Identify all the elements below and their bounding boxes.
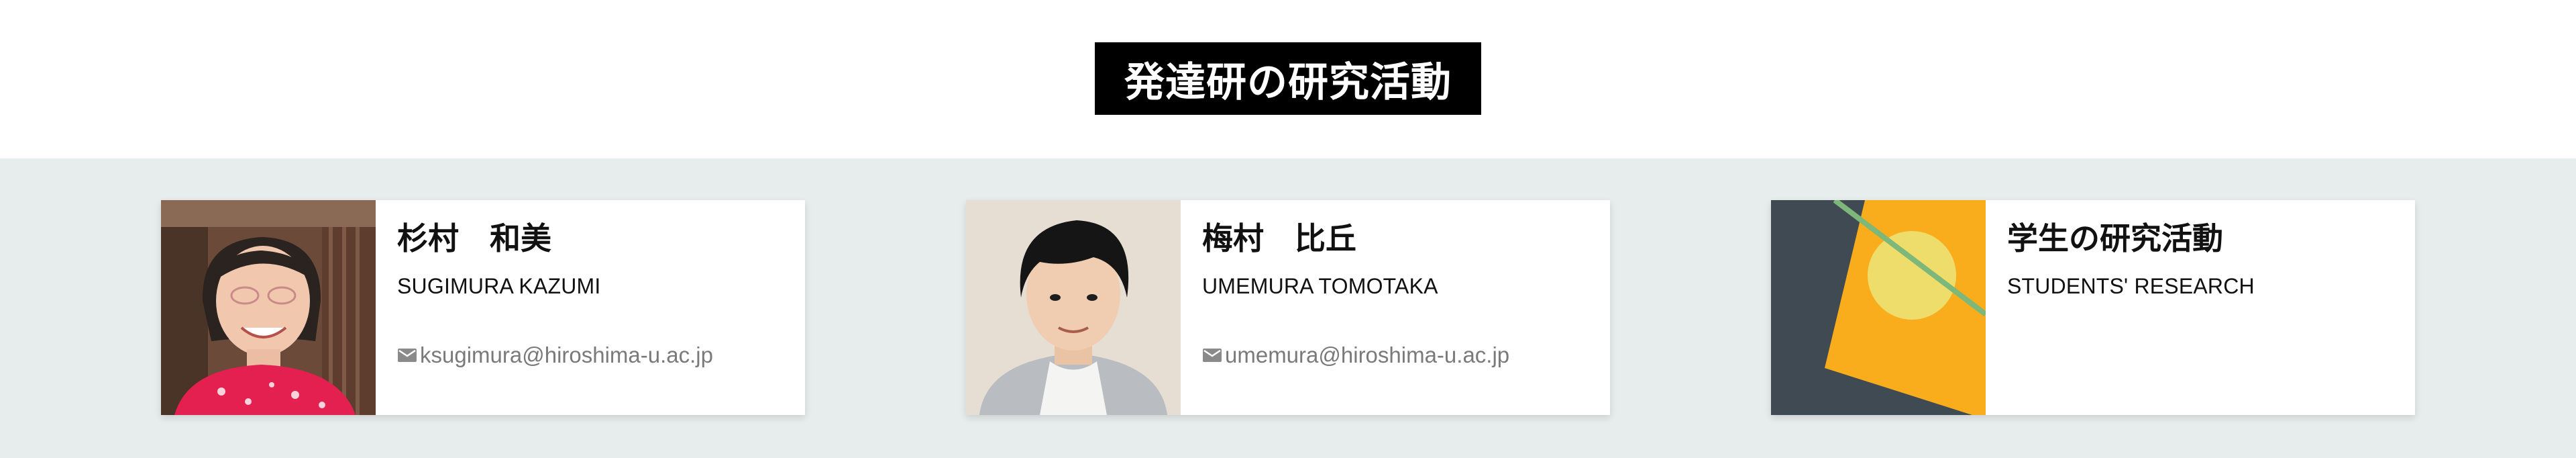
researcher-name-en: SUGIMURA KAZUMI — [397, 274, 601, 298]
researcher-photo — [161, 200, 376, 415]
students-research-card[interactable]: 学生の研究活動 STUDENTS' RESEARCH — [1771, 200, 2415, 415]
mail-icon — [1202, 347, 1222, 363]
students-research-title-jp: 学生の研究活動 — [2007, 220, 2223, 257]
researcher-card-umemura[interactable]: 梅村 比丘 UMEMURA TOMOTAKA umemura@hiroshima… — [966, 200, 1610, 415]
mail-icon — [397, 347, 417, 363]
header-band: 発達研の研究活動 — [0, 0, 2576, 158]
email-address: ksugimura@hiroshima-u.ac.jp — [420, 342, 713, 367]
researcher-name-en: UMEMURA TOMOTAKA — [1202, 274, 1438, 298]
researcher-name-jp: 梅村 比丘 — [1202, 220, 1356, 257]
researcher-photo — [966, 200, 1181, 415]
section-title: 発達研の研究活動 — [1095, 42, 1481, 115]
students-research-graphic — [1771, 200, 1986, 415]
researcher-name-jp: 杉村 和美 — [397, 220, 551, 257]
researcher-card-sugimura[interactable]: 杉村 和美 SUGIMURA KAZUMI ksugimura@hiroshim… — [161, 200, 805, 415]
students-research-title-en: STUDENTS' RESEARCH — [2007, 274, 2255, 298]
email-row: umemura@hiroshima-u.ac.jp — [1202, 342, 1509, 368]
email-address: umemura@hiroshima-u.ac.jp — [1225, 342, 1510, 367]
email-row: ksugimura@hiroshima-u.ac.jp — [397, 342, 713, 368]
